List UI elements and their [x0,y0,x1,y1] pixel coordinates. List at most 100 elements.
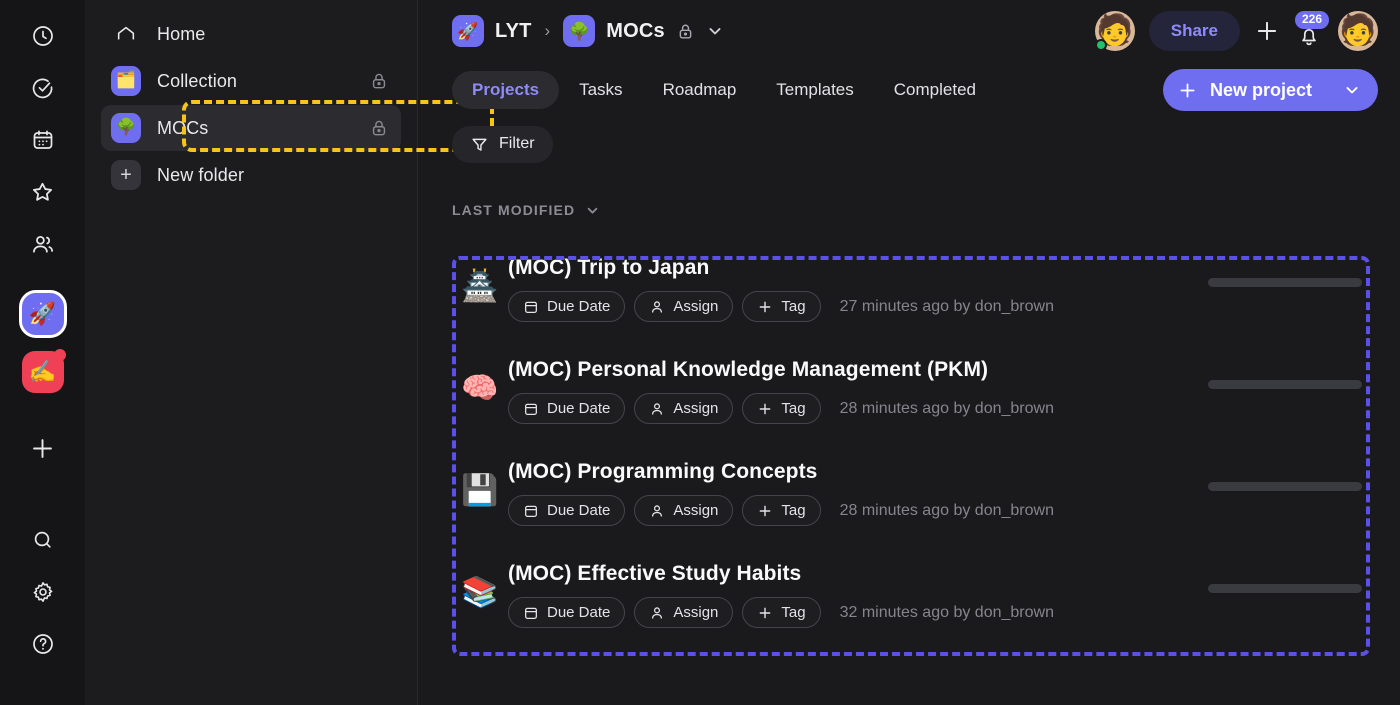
calendar-icon [523,605,539,621]
assign-chip[interactable]: Assign [634,597,734,628]
sidebar-item-home[interactable]: Home [101,11,401,57]
clock-icon[interactable] [19,12,67,60]
add-workspace-icon[interactable] [19,424,67,472]
due-date-chip[interactable]: Due Date [508,597,626,628]
sidebar-item-collection-label: Collection [157,70,238,91]
due-date-chip[interactable]: Due Date [508,393,626,424]
progress-placeholder-bar [1208,380,1362,389]
progress-placeholder-bar [1208,584,1362,593]
collaborator-avatar[interactable]: 🧑 [1094,11,1135,51]
lock-icon [369,71,389,91]
plus-icon: + [111,160,141,190]
tab-completed[interactable]: Completed [874,71,996,109]
project-icon: 💾 [461,474,499,507]
person-icon [649,401,665,417]
chevron-down-icon[interactable] [705,21,725,41]
breadcrumb-separator: › [544,21,551,40]
calendar-icon [523,401,539,417]
breadcrumb-lyt[interactable]: 🚀 LYT [452,15,532,47]
progress-placeholder-bar [1208,278,1362,287]
notifications-button[interactable]: 226 [1294,11,1330,48]
sidebar-item-mocs[interactable]: 🌳 MOCs [101,105,401,151]
chevron-down-icon[interactable] [1342,80,1362,100]
top-right-actions: 🧑 Share 226 🧑 [1094,11,1378,51]
tree-icon: 🌳 [111,113,141,143]
tag-label: Tag [781,604,806,621]
user-avatar[interactable]: 🧑 [1338,11,1378,51]
lock-icon [369,118,389,138]
project-actions: Due Date Assign Tag 32 minutes ago by do… [508,597,1400,628]
plus-icon [1177,80,1198,101]
tree-icon: 🌳 [563,15,596,47]
person-icon [649,299,665,315]
assign-chip[interactable]: Assign [634,393,734,424]
main-content: 🚀 LYT › 🌳 MOCs 🧑 Share 226 🧑 Projects Ta… [418,0,1400,705]
workspace-lyt[interactable]: 🚀 [18,290,67,338]
tab-projects[interactable]: Projects [452,71,560,109]
tag-label: Tag [781,298,806,315]
lock-icon [676,22,695,41]
app-window: 🚀 ✍️ Home 🗂️ Collection 🌳 MOCs + New fol… [0,0,1400,705]
project-icon: 📚 [461,576,499,609]
tag-label: Tag [781,400,806,417]
due-date-chip[interactable]: Due Date [508,291,626,322]
project-body: (MOC) Effective Study Habits Due Date As… [508,560,1400,628]
plus-icon [757,401,773,417]
gear-icon[interactable] [19,568,67,616]
tab-tasks[interactable]: Tasks [559,71,642,109]
table-row[interactable]: 🏯 (MOC) Trip to Japan Due Date Assign Ta… [452,246,1400,348]
sort-header[interactable]: LAST MODIFIED [452,188,1400,232]
assign-label: Assign [673,298,719,315]
sidebar-item-new-folder[interactable]: + New folder [101,152,401,198]
project-list: 🏯 (MOC) Trip to Japan Due Date Assign Ta… [452,246,1400,654]
project-meta: 28 minutes ago by don_brown [839,501,1054,519]
filter-label: Filter [499,135,535,152]
filter-row: Filter [452,118,1400,170]
assign-label: Assign [673,400,719,417]
tag-chip[interactable]: Tag [742,495,821,526]
star-icon[interactable] [19,168,67,216]
sidebar-item-collection[interactable]: 🗂️ Collection [101,58,401,104]
project-title: (MOC) Personal Knowledge Management (PKM… [508,358,989,381]
plus-icon [757,299,773,315]
due-date-label: Due Date [547,604,611,621]
table-row[interactable]: 📚 (MOC) Effective Study Habits Due Date … [452,552,1400,654]
table-row[interactable]: 🧠 (MOC) Personal Knowledge Management (P… [452,348,1400,450]
tab-roadmap[interactable]: Roadmap [643,71,757,109]
project-body: (MOC) Programming Concepts Due Date Assi… [508,458,1400,526]
workspace-writing[interactable]: ✍️ [19,348,67,396]
filter-button[interactable]: Filter [452,125,553,163]
project-icon: 🏯 [461,270,499,303]
person-icon [649,503,665,519]
assign-chip[interactable]: Assign [634,495,734,526]
table-row[interactable]: 💾 (MOC) Programming Concepts Due Date As… [452,450,1400,552]
check-circle-icon[interactable] [19,64,67,112]
breadcrumb-mocs[interactable]: 🌳 MOCs [563,15,665,47]
tag-chip[interactable]: Tag [742,291,821,322]
project-icon: 🧠 [461,372,499,405]
calendar-icon [523,503,539,519]
due-date-chip[interactable]: Due Date [508,495,626,526]
progress-placeholder-bar [1208,482,1362,491]
folder-sidebar: Home 🗂️ Collection 🌳 MOCs + New folder [85,0,494,705]
calendar-icon[interactable] [19,116,67,164]
share-button[interactable]: Share [1148,11,1240,51]
people-icon[interactable] [19,220,67,268]
top-bar: 🚀 LYT › 🌳 MOCs 🧑 Share 226 🧑 [452,0,1400,62]
breadcrumb-lyt-label: LYT [495,19,532,42]
sidebar-item-mocs-label: MOCs [157,117,209,138]
assign-chip[interactable]: Assign [634,291,734,322]
help-icon[interactable] [19,620,67,668]
tab-templates[interactable]: Templates [756,71,873,109]
online-status-dot [1094,39,1107,51]
new-project-button[interactable]: New project [1162,69,1378,111]
tag-label: Tag [781,502,806,519]
tag-chip[interactable]: Tag [742,597,821,628]
add-icon[interactable] [1254,18,1280,44]
sidebar-item-new-folder-label: New folder [157,164,245,185]
search-icon[interactable] [19,516,67,564]
tag-chip[interactable]: Tag [742,393,821,424]
sort-label: LAST MODIFIED [452,202,576,218]
rocket-icon: 🚀 [452,15,484,47]
assign-label: Assign [673,604,719,621]
